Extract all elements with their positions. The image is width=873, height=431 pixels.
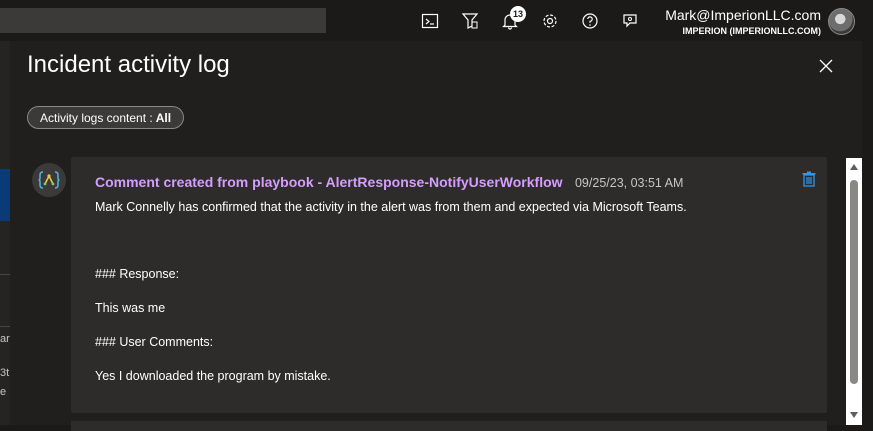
background-page-edge-right — [862, 41, 873, 425]
account-email: Mark@ImperionLLC.com — [665, 7, 821, 23]
next-comment-card — [71, 421, 827, 431]
background-selected-item — [0, 169, 10, 221]
top-bar: 13 Mark@ImperionLLC.com IMPERION (IMPERI… — [0, 0, 873, 41]
activity-logs-filter-pill[interactable]: Activity logs content : All — [27, 106, 185, 129]
playbook-avatar — [32, 163, 66, 197]
help-icon[interactable] — [577, 8, 603, 34]
scroll-thumb[interactable] — [850, 180, 858, 384]
scrollbar[interactable] — [846, 158, 862, 425]
activity-log-panel: Incident activity log Activity logs cont… — [10, 41, 862, 431]
comment-line: ### Response: — [95, 267, 180, 281]
playbook-icon — [38, 171, 60, 189]
divider — [0, 326, 10, 327]
avatar[interactable] — [828, 8, 855, 35]
global-search-box[interactable] — [0, 8, 326, 33]
cloud-shell-icon[interactable] — [417, 8, 443, 34]
comment-line: This was me — [95, 301, 166, 315]
close-button[interactable] — [815, 55, 837, 77]
comment-line: Mark Connelly has confirmed that the act… — [95, 200, 687, 214]
account-menu[interactable]: Mark@ImperionLLC.com IMPERION (IMPERIONL… — [665, 7, 821, 38]
comment-card: Comment created from playbook - AlertRes… — [71, 157, 827, 413]
background-page-edge: ar 3t e — [0, 41, 10, 425]
comment-line: Yes I downloaded the program by mistake. — [95, 369, 331, 383]
comment-timestamp: 09/25/23, 03:51 AM — [574, 176, 684, 190]
trash-icon — [802, 171, 816, 187]
notification-count-badge: 13 — [510, 6, 526, 22]
background-text-fragment: ar — [0, 333, 10, 345]
feedback-icon[interactable] — [617, 8, 643, 34]
divider — [0, 274, 10, 275]
comment-line: ### User Comments: — [95, 335, 214, 349]
scroll-down-arrow-icon[interactable] — [850, 412, 858, 418]
background-text-fragment: e — [0, 386, 7, 398]
scroll-up-arrow-icon[interactable] — [850, 164, 858, 170]
comment-header: Comment created from playbook - AlertRes… — [95, 174, 683, 192]
account-tenant: IMPERION (IMPERIONLLC.COM) — [682, 26, 822, 36]
panel-title: Incident activity log — [27, 51, 230, 78]
filter-label: Activity logs content : — [40, 110, 153, 125]
comment-title: Comment created from playbook - AlertRes… — [95, 174, 563, 190]
directory-filter-icon[interactable] — [457, 8, 483, 34]
close-icon — [819, 59, 833, 73]
settings-icon[interactable] — [537, 8, 563, 34]
delete-comment-button[interactable] — [802, 171, 816, 187]
filter-value: All — [155, 110, 172, 125]
background-text-fragment: 3t — [0, 367, 10, 379]
